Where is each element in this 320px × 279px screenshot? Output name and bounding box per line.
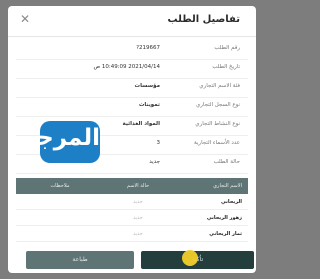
detail-label: فئة الاسم التجاري bbox=[199, 83, 240, 89]
detail-value: 3 bbox=[156, 140, 161, 146]
modal-title: تفاصيل الطلب bbox=[167, 14, 240, 25]
cell-notes bbox=[16, 226, 104, 241]
cell-trade-name: الريحاني bbox=[221, 199, 242, 205]
cell-name-status: جديد bbox=[133, 199, 143, 205]
table-row: زهور الريحاني جديد bbox=[16, 210, 248, 226]
print-button[interactable]: طباعة bbox=[26, 251, 134, 269]
cell-notes bbox=[16, 194, 104, 209]
watermark-logo: المرجع bbox=[21, 121, 101, 163]
cell-trade-name: زهور الريحاني bbox=[206, 215, 242, 221]
close-icon[interactable]: ✕ bbox=[20, 13, 30, 25]
detail-value: جديد bbox=[149, 159, 160, 165]
logo-text: المرجع bbox=[21, 125, 101, 151]
cell-notes bbox=[16, 210, 104, 225]
header-divider bbox=[8, 36, 256, 37]
cell-trade-name: ثمار الريحاني bbox=[209, 231, 242, 237]
column-header-trade-name: الاسم التجاري bbox=[213, 183, 242, 189]
column-header-notes: ملاحظات bbox=[50, 183, 70, 189]
detail-label: حالة الطلب bbox=[213, 159, 240, 165]
detail-value: مؤسسات bbox=[134, 83, 160, 89]
column-header-name-status: حالة الاسم bbox=[126, 183, 150, 189]
table-header: الاسم التجاري حالة الاسم ملاحظات bbox=[16, 178, 248, 194]
detail-row-order-number: رقم الطلب 219667? bbox=[16, 40, 248, 60]
detail-label: نوع النشاط التجاري bbox=[195, 121, 240, 127]
detail-label: نوع السجل التجاري bbox=[195, 102, 240, 108]
table-row: الريحاني جديد bbox=[16, 194, 248, 210]
detail-value: 2021/04/14 10:49:09 ص bbox=[93, 64, 160, 70]
detail-label: عدد الأسماء التجارية bbox=[193, 140, 240, 146]
order-details-modal: تفاصيل الطلب ✕ رقم الطلب 219667? تاريخ ا… bbox=[8, 6, 256, 273]
trade-names-table: الاسم التجاري حالة الاسم ملاحظات الريحان… bbox=[16, 178, 248, 242]
detail-value: تموينات bbox=[138, 102, 160, 108]
cell-name-status: جديد bbox=[133, 231, 143, 237]
cursor-highlight bbox=[182, 250, 198, 266]
detail-label: رقم الطلب bbox=[214, 45, 240, 51]
detail-label: تاريخ الطلب bbox=[212, 64, 240, 70]
detail-row-name-category: فئة الاسم التجاري مؤسسات bbox=[16, 78, 248, 98]
detail-row-register-type: نوع السجل التجاري تموينات bbox=[16, 97, 248, 117]
cell-name-status: جديد bbox=[133, 215, 143, 221]
detail-row-order-date: تاريخ الطلب 2021/04/14 10:49:09 ص bbox=[16, 59, 248, 79]
detail-value: 219667? bbox=[136, 45, 160, 51]
table-row: ثمار الريحاني جديد bbox=[16, 226, 248, 242]
detail-value: المواد الغذائية bbox=[122, 121, 160, 127]
